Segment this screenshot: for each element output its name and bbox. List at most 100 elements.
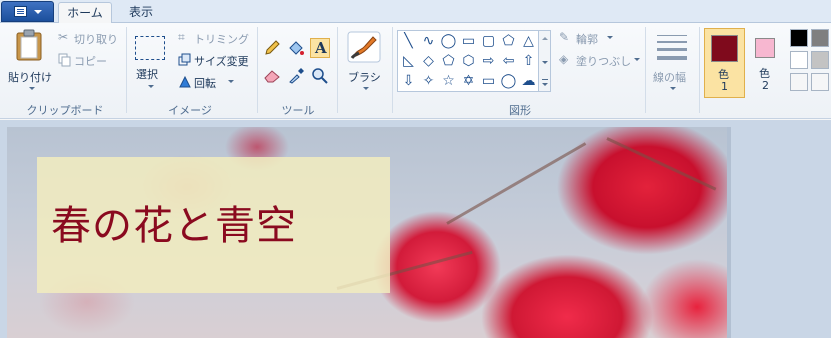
select-label: 選択 xyxy=(136,68,158,81)
rounded-callout-shape[interactable]: ▭ xyxy=(479,72,498,91)
polygon-shape[interactable]: ⬠ xyxy=(499,32,518,51)
eraser-tool[interactable] xyxy=(262,66,282,86)
eraser-icon xyxy=(264,70,280,83)
color2-button[interactable]: 色 2 xyxy=(746,28,787,98)
rotate-button[interactable]: 回転 xyxy=(176,74,252,90)
crop-icon: ⌗ xyxy=(178,30,185,44)
select-button[interactable]: 選択 xyxy=(132,27,168,97)
brushes-button[interactable]: ブラシ xyxy=(343,27,387,97)
group-separator xyxy=(337,27,338,113)
palette-color-gray[interactable] xyxy=(811,29,829,47)
hexagon-shape[interactable]: ⬡ xyxy=(459,52,478,71)
text-a-icon: A xyxy=(315,39,327,57)
text-tool[interactable]: A xyxy=(310,38,330,58)
paste-label: 貼り付け xyxy=(8,71,52,84)
image-group-label: イメージ xyxy=(168,104,212,117)
color-picker-tool[interactable] xyxy=(286,66,306,86)
diamond-shape[interactable]: ◇ xyxy=(419,52,438,71)
palette-color-black[interactable] xyxy=(790,29,808,47)
paste-button[interactable]: 貼り付け xyxy=(6,27,52,95)
shapes-gallery-scrollbar[interactable] xyxy=(539,30,551,92)
resize-button[interactable]: サイズ変更 xyxy=(176,52,252,68)
pencil-icon xyxy=(265,40,280,55)
crop-button[interactable]: ⌗ トリミング xyxy=(176,30,252,46)
canvas-shadow xyxy=(727,127,731,338)
rotate-icon xyxy=(179,75,191,88)
fill-bucket-icon: ◈ xyxy=(559,52,569,66)
group-separator xyxy=(645,27,646,113)
chevron-down-icon xyxy=(228,80,234,83)
fill-tool[interactable] xyxy=(286,38,306,58)
rectangle-shape[interactable]: ▭ xyxy=(459,32,478,51)
oval-shape[interactable]: ◯ xyxy=(439,32,458,51)
copy-icon xyxy=(58,53,71,67)
left-arrow-shape[interactable]: ⇦ xyxy=(499,52,518,71)
triangle-shape[interactable]: △ xyxy=(519,32,538,51)
rotate-label: 回転 xyxy=(194,77,216,90)
color2-swatch xyxy=(755,38,775,58)
pencil-tool[interactable] xyxy=(262,38,282,58)
palette-color-white[interactable] xyxy=(790,51,808,69)
down-arrow-shape[interactable]: ⇩ xyxy=(399,72,418,91)
cut-button[interactable]: ✂ 切り取り xyxy=(56,30,120,46)
file-menu-button[interactable] xyxy=(1,1,54,22)
eyedropper-icon xyxy=(289,68,304,84)
copy-label: コピー xyxy=(74,55,107,68)
image-canvas[interactable]: 春の花と青空 xyxy=(7,127,727,338)
scissors-icon: ✂ xyxy=(58,30,69,44)
size-label: 線の幅 xyxy=(653,71,686,84)
palette-color-empty[interactable] xyxy=(790,73,808,91)
outline-pencil-icon: ✎ xyxy=(559,30,570,44)
group-separator xyxy=(257,27,258,113)
size-button[interactable]: 線の幅 xyxy=(650,27,694,97)
outline-button[interactable]: ✎ 輪郭 xyxy=(558,30,638,46)
chevron-down-icon xyxy=(542,83,548,86)
rounded-rectangle-shape[interactable]: ▢ xyxy=(479,32,498,51)
five-point-star-shape[interactable]: ☆ xyxy=(439,72,458,91)
scroll-down-icon[interactable] xyxy=(542,61,548,64)
palette-color-light-gray[interactable] xyxy=(811,51,829,69)
crop-label: トリミング xyxy=(194,33,249,46)
chevron-down-icon xyxy=(148,85,154,88)
cut-label: 切り取り xyxy=(74,33,118,46)
tab-home[interactable]: ホーム xyxy=(58,2,112,24)
color1-number: 1 xyxy=(721,80,728,93)
magnifier-tool[interactable] xyxy=(310,66,330,86)
color1-button[interactable]: 色 1 xyxy=(704,28,745,98)
group-separator xyxy=(392,27,393,113)
copy-button[interactable]: コピー xyxy=(56,52,120,68)
chevron-down-icon xyxy=(363,87,369,90)
canvas-text-box[interactable]: 春の花と青空 xyxy=(37,157,390,293)
right-triangle-shape[interactable]: ◺ xyxy=(399,52,418,71)
group-separator xyxy=(699,27,700,113)
curve-shape[interactable]: ∿ xyxy=(419,32,438,51)
pentagon-shape[interactable]: ⬠ xyxy=(439,52,458,71)
chevron-down-icon xyxy=(29,87,35,90)
tab-view[interactable]: 表示 xyxy=(118,2,164,24)
clipboard-icon xyxy=(16,29,42,61)
scroll-up-icon[interactable] xyxy=(542,37,548,40)
branch xyxy=(446,142,587,225)
six-point-star-shape[interactable]: ✡ xyxy=(459,72,478,91)
fill-button[interactable]: ◈ 塗りつぶし xyxy=(558,52,640,68)
brushes-label: ブラシ xyxy=(348,71,381,84)
resize-icon xyxy=(178,53,191,66)
color2-number: 2 xyxy=(762,79,769,92)
magnifier-icon xyxy=(312,68,328,84)
up-arrow-shape[interactable]: ⇧ xyxy=(519,52,538,71)
palette-color-empty[interactable] xyxy=(811,73,829,91)
oval-callout-shape[interactable]: ◯ xyxy=(499,72,518,91)
chevron-down-icon xyxy=(634,58,640,61)
cloud-callout-shape[interactable]: ☁ xyxy=(519,72,538,91)
right-arrow-shape[interactable]: ⇨ xyxy=(479,52,498,71)
line-shape[interactable]: ╲ xyxy=(399,32,418,51)
fill-label: 塗りつぶし xyxy=(576,55,632,68)
shapes-gallery[interactable]: ╲ ∿ ◯ ▭ ▢ ⬠ △ ◺ ◇ ⬠ ⬡ ⇨ ⇦ ⇧ ⇩ ✧ ☆ ✡ ▭ ◯ … xyxy=(397,30,539,92)
gallery-expand-icon[interactable] xyxy=(542,79,548,80)
document-icon xyxy=(14,6,27,17)
four-point-star-shape[interactable]: ✧ xyxy=(419,72,438,91)
chevron-down-icon xyxy=(607,36,613,39)
canvas-text: 春の花と青空 xyxy=(51,203,297,249)
ribbon-tab-row: ホーム 表示 xyxy=(0,0,831,24)
canvas-workspace: 春の花と青空 xyxy=(0,120,831,338)
